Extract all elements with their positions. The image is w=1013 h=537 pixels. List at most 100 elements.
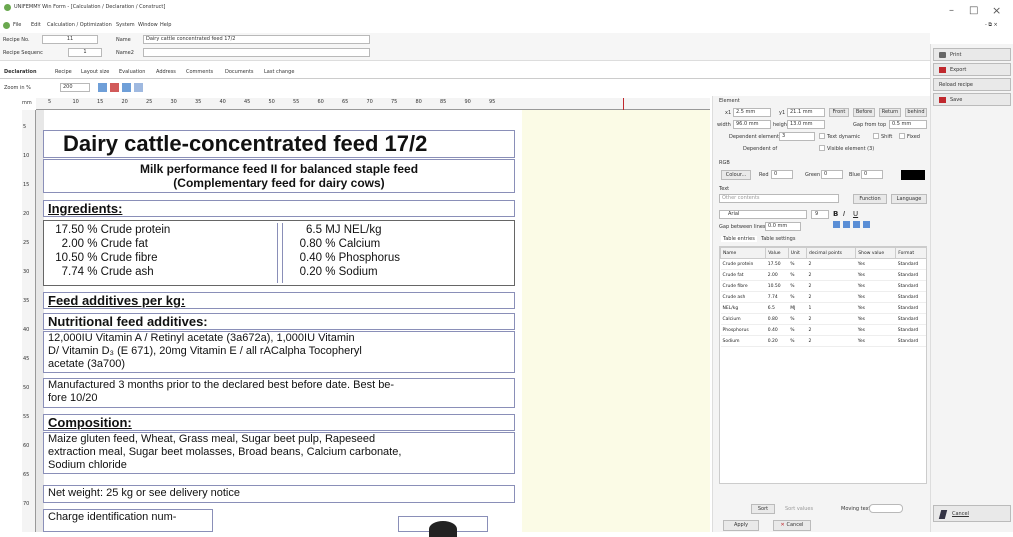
col-decimal[interactable]: decimal points	[806, 247, 857, 259]
zoom-in-icon[interactable]	[98, 83, 107, 92]
align-right-icon[interactable]	[853, 221, 860, 228]
width-field[interactable]: 96.0 mm	[733, 120, 771, 129]
tab-comments[interactable]: Comments	[186, 69, 213, 75]
layout-icon[interactable]	[134, 83, 143, 92]
tab-layout-size[interactable]: Layout size	[81, 69, 109, 75]
blue-field[interactable]: 0	[861, 170, 883, 179]
y-field[interactable]: 21.1 mm	[787, 108, 825, 117]
menu-help[interactable]: Help	[160, 22, 171, 28]
table-cell[interactable]: 2	[806, 324, 856, 336]
font-select[interactable]: Arial	[719, 210, 807, 219]
col-show[interactable]: Show value	[855, 247, 897, 259]
recipe-no-field[interactable]: 11	[42, 35, 98, 44]
language-button[interactable]: Language	[891, 194, 927, 204]
gap-field[interactable]: 0.5 mm	[889, 120, 927, 129]
sort-values-button[interactable]: Sort values	[785, 506, 813, 512]
table-cell[interactable]: 2	[806, 269, 856, 281]
tab-recipe[interactable]: Recipe	[55, 69, 72, 75]
tab-last-change[interactable]: Last change	[264, 69, 294, 75]
table-row[interactable]: Crude ash 7.74% 2 Yes Standard	[720, 291, 926, 303]
table-cell[interactable]: Standard	[895, 258, 926, 270]
red-field[interactable]: 0	[771, 170, 793, 179]
table-cell[interactable]: %	[788, 291, 807, 303]
height-field[interactable]: 13.0 mm	[787, 120, 825, 129]
table-cell[interactable]: Sodium	[720, 335, 766, 347]
net-weight-box[interactable]: Net weight: 25 kg or see delivery notice	[43, 485, 515, 503]
additives-heading-box[interactable]: Feed additives per kg:	[43, 292, 515, 309]
shift-checkbox[interactable]	[873, 133, 879, 139]
table-cell[interactable]: Crude ash	[720, 291, 766, 303]
table-cell[interactable]: NEL/kg	[720, 302, 766, 314]
table-row[interactable]: Phosphorus 0.40% 2 Yes Standard	[720, 324, 926, 336]
table-cell[interactable]: Standard	[895, 291, 926, 303]
menu-system[interactable]: System	[116, 22, 135, 28]
col-value[interactable]: Value	[765, 247, 789, 259]
tab-documents[interactable]: Documents	[225, 69, 254, 75]
visible-checkbox[interactable]	[819, 145, 825, 151]
col-unit[interactable]: Unit	[787, 247, 808, 259]
col-name[interactable]: Name	[720, 247, 767, 259]
subtitle-box[interactable]: Milk performance feed II for balanced st…	[43, 159, 515, 193]
table-row[interactable]: NEL/kg 6.5 MJ 1 Yes Standard	[720, 302, 926, 314]
function-button[interactable]: Function	[853, 194, 887, 204]
charge-box[interactable]: Charge identification num-	[43, 509, 213, 532]
table-cell[interactable]: Calcium	[720, 313, 766, 325]
x-field[interactable]: 2.5 mm	[733, 108, 771, 117]
table-cell[interactable]: 2	[806, 313, 856, 325]
table-cell[interactable]: Standard	[895, 302, 926, 314]
table-cell[interactable]: Yes	[855, 269, 896, 281]
table-cell[interactable]: %	[788, 324, 807, 336]
table-cell[interactable]: 10.50	[765, 280, 789, 292]
minimize-button[interactable]: –	[949, 5, 954, 16]
grid-icon[interactable]	[122, 83, 131, 92]
table-cell[interactable]: Crude fat	[720, 269, 766, 281]
green-field[interactable]: 0	[821, 170, 843, 179]
table-cell[interactable]: 0.40	[765, 324, 789, 336]
table-cell[interactable]: 2	[806, 291, 856, 303]
cancel-button[interactable]: ✕ Cancel	[773, 520, 811, 531]
apply-button[interactable]: Apply	[723, 520, 759, 531]
tab-evaluation[interactable]: Evaluation	[119, 69, 145, 75]
table-row[interactable]: Sodium 0.20% 2 Yes Standard	[720, 335, 926, 347]
table-cell[interactable]: %	[788, 335, 807, 347]
table-cell[interactable]: %	[788, 280, 807, 292]
manufactured-box[interactable]: Manufactured 3 months prior to the decla…	[43, 378, 515, 408]
table-cell[interactable]: 2	[806, 280, 856, 292]
mdi-window-controls[interactable]: - ⧉ ×	[985, 22, 998, 28]
moving-text-toggle[interactable]	[869, 504, 903, 513]
align-left-icon[interactable]	[833, 221, 840, 228]
ingredients-table[interactable]: 17.50 % Crude protein 2.00 % Crude fat 1…	[43, 220, 515, 286]
table-row[interactable]: Crude fibre 10.50% 2 Yes Standard	[720, 280, 926, 292]
menu-file[interactable]: File	[13, 22, 21, 28]
title-box[interactable]: Dairy cattle-concentrated feed 17/2	[43, 130, 515, 158]
return-button[interactable]: Return	[879, 108, 901, 117]
save-button[interactable]: Save	[933, 93, 1011, 106]
table-cell[interactable]: Yes	[855, 335, 896, 347]
name2-field[interactable]	[143, 48, 370, 57]
table-cell[interactable]: 2	[806, 335, 856, 347]
table-cell[interactable]: Crude fibre	[720, 280, 766, 292]
colour-button[interactable]: Colour...	[721, 170, 751, 180]
table-cell[interactable]: %	[788, 269, 807, 281]
align-center-icon[interactable]	[843, 221, 850, 228]
before-button[interactable]: Before	[853, 108, 875, 117]
close-button[interactable]: ×	[992, 4, 1001, 17]
bold-icon[interactable]: B	[833, 210, 838, 218]
zoom-select[interactable]: 200	[60, 83, 90, 92]
table-cell[interactable]: Standard	[895, 313, 926, 325]
sort-button[interactable]: Sort	[751, 504, 775, 514]
table-cell[interactable]: MJ	[788, 302, 807, 314]
front-button[interactable]: Front	[829, 108, 849, 117]
close-doc-icon[interactable]	[110, 83, 119, 92]
composition-heading-box[interactable]: Composition:	[43, 414, 515, 431]
underline-icon[interactable]: U	[853, 210, 858, 218]
table-cell[interactable]: Phosphorus	[720, 324, 766, 336]
table-cell[interactable]: 7.74	[765, 291, 789, 303]
tab-table-entries[interactable]: Table entries	[721, 236, 757, 242]
table-cell[interactable]: Standard	[895, 335, 926, 347]
menu-calculation[interactable]: Calculation / Optimization	[47, 22, 112, 28]
table-cell[interactable]: 0.80	[765, 313, 789, 325]
ingredients-heading-box[interactable]: Ingredients:	[43, 200, 515, 217]
table-cell[interactable]: Yes	[855, 280, 896, 292]
font-size-select[interactable]: 9	[811, 210, 829, 219]
